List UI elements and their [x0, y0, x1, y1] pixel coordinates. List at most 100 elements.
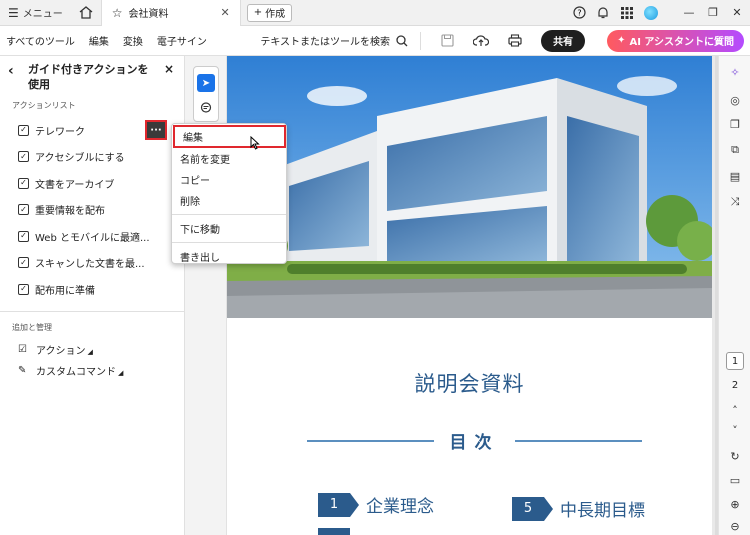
menu-convert[interactable]: 変換 — [123, 33, 143, 48]
action-item-distribute[interactable]: ✓ 重要情報を配布 — [0, 197, 184, 224]
save-icon[interactable] — [433, 34, 461, 47]
menu-item-copy[interactable]: コピー — [172, 169, 286, 190]
search-icon[interactable] — [396, 34, 408, 47]
toc-number-badge: 1 — [318, 492, 359, 517]
action-checklist-icon: ✓ — [18, 151, 29, 163]
page-2-indicator[interactable]: 2 — [726, 376, 744, 394]
new-tab-button[interactable]: + 作成 — [246, 3, 293, 22]
panel-title: ガイド付きアクションを 使用 — [22, 62, 164, 92]
actions-section-heading: アクションリスト — [12, 101, 76, 110]
action-checklist-icon: ✓ — [18, 204, 29, 216]
page-1-indicator[interactable]: 1 — [726, 352, 744, 370]
star-icon[interactable]: ☆ — [112, 6, 123, 20]
close-tab-icon[interactable]: ✕ — [221, 6, 230, 19]
action-label: 配布用に準備 — [35, 285, 95, 297]
compare-icon[interactable]: ⤨ — [727, 194, 743, 210]
menu-separator — [172, 214, 286, 215]
panel-title-line2: 使用 — [28, 78, 50, 91]
close-panel-icon[interactable]: × — [164, 62, 176, 76]
toc-item: 5 中長期目標 — [512, 496, 645, 521]
apps-grid-icon[interactable] — [620, 6, 634, 20]
attachment-icon[interactable]: ▤ — [727, 168, 743, 184]
action-label: アクセシブルにする — [35, 153, 125, 165]
comment-icon[interactable] — [197, 99, 215, 117]
menu-item-rename[interactable]: 名前を変更 — [172, 148, 286, 169]
search-tools-label[interactable]: テキストまたはツールを検索 — [260, 33, 390, 48]
action-checklist-icon: ✓ — [18, 124, 29, 136]
action-item-web-mobile[interactable]: ✓ Web とモバイルに最適... — [0, 223, 184, 250]
svg-text:?: ? — [577, 9, 581, 18]
custom-command-icon: ✎ — [18, 364, 27, 376]
window-controls: ? — ❐ ✕ — [572, 5, 750, 20]
add-action-item[interactable]: ☑ アクション ◢ — [0, 339, 184, 360]
back-arrow-icon[interactable]: ‹ — [8, 63, 22, 79]
document-viewport[interactable]: 説明会資料 目次 1 企業理念 5 中長期目標 — [227, 56, 715, 535]
right-tool-rail: ✧ ◎ ❐ ⧉ ▤ ⤨ 1 2 ˄ ˅ ↻ ▭ ⊕ ⊖ — [718, 56, 750, 535]
tool-group: ➤ — [193, 66, 219, 122]
document-title: 説明会資料 — [414, 372, 525, 396]
ai-assistant-button[interactable]: ✦ AI アシスタントに質問 — [607, 29, 744, 52]
action-item-accessible[interactable]: ✓ アクセシブルにする — [0, 144, 184, 171]
page-fit-icon[interactable]: ▭ — [727, 472, 743, 488]
menu-item-delete[interactable]: 削除 — [172, 190, 286, 211]
action-label: スキャンした文書を最... — [35, 259, 145, 271]
ai-sparkle-icon: ✦ — [617, 35, 626, 46]
custom-command-item[interactable]: ✎ カスタムコマンド ◢ — [0, 360, 184, 381]
manage-label: アクション — [36, 345, 86, 357]
avatar[interactable] — [644, 5, 658, 20]
new-tab-label: 作成 — [265, 9, 286, 20]
minimize-icon[interactable]: — — [682, 6, 696, 20]
menu-button[interactable]: ☰ メニュー — [0, 0, 71, 26]
select-cursor-icon[interactable]: ➤ — [197, 74, 215, 92]
generative-ai-icon[interactable]: ✧ — [727, 64, 743, 80]
refresh-icon[interactable]: ↻ — [727, 448, 743, 464]
panel-title-line1: ガイド付きアクションを — [28, 63, 149, 76]
zoom-in-icon[interactable]: ⊕ — [727, 496, 743, 512]
menu-separator — [172, 242, 286, 243]
toc-rule-right — [515, 440, 642, 442]
share-button[interactable]: 共有 — [541, 29, 586, 52]
action-item-telework[interactable]: ✓ テレワーク ··· — [0, 117, 184, 144]
action-item-archive[interactable]: ✓ 文書をアーカイブ — [0, 170, 184, 197]
comment-panel-icon[interactable]: ◎ — [727, 92, 743, 108]
toolbar-right: テキストまたはツールを検索 共有 — [260, 29, 599, 52]
print-icon[interactable] — [501, 34, 529, 47]
menu-edit[interactable]: 編集 — [89, 33, 109, 48]
guided-actions-panel: ‹ ガイド付きアクションを 使用 × アクションリスト ✓ テレワーク ··· … — [0, 56, 185, 535]
bell-icon[interactable] — [596, 6, 610, 20]
action-label: テレワーク — [35, 126, 85, 138]
home-tab[interactable] — [71, 0, 101, 26]
building-photo — [227, 56, 712, 318]
manage-label: カスタムコマンド — [36, 366, 116, 378]
chevron-down-icon[interactable]: ˅ — [727, 422, 743, 438]
copy-pages-icon[interactable]: ⧉ — [727, 142, 743, 158]
plus-icon: + — [253, 7, 263, 18]
toc-item-text: 中長期目標 — [560, 501, 645, 521]
menu-label: メニュー — [22, 9, 63, 20]
more-options-button[interactable]: ··· — [145, 120, 167, 140]
chevron-up-icon[interactable]: ˄ — [727, 402, 743, 418]
bookmark-icon[interactable]: ❐ — [727, 116, 743, 132]
mouse-cursor-icon — [250, 136, 260, 150]
menu-item-export[interactable]: 書き出し — [172, 246, 286, 267]
hamburger-icon: ☰ — [8, 5, 19, 20]
menu-item-move-down[interactable]: 下に移動 — [172, 218, 286, 239]
zoom-out-icon[interactable]: ⊖ — [727, 518, 743, 534]
menu-all-tools[interactable]: すべてのツール — [6, 33, 75, 48]
upload-cloud-icon[interactable] — [467, 34, 495, 47]
toolbar-menu: すべてのツール 編集 変換 電子サイン — [0, 33, 207, 48]
help-icon[interactable]: ? — [572, 6, 586, 20]
action-item-scanned[interactable]: ✓ スキャンした文書を最... — [0, 250, 184, 277]
restore-icon[interactable]: ❐ — [706, 6, 720, 20]
action-item-prepare[interactable]: ✓ 配布用に準備 — [0, 276, 184, 303]
action-context-menu: 編集 名前を変更 コピー 削除 下に移動 書き出し — [171, 123, 287, 264]
action-checklist-icon: ✓ — [18, 283, 29, 295]
submenu-caret-icon: ◢ — [118, 369, 124, 377]
action-label: Web とモバイルに最適... — [35, 232, 150, 244]
menu-esign[interactable]: 電子サイン — [157, 33, 207, 48]
action-checklist-icon: ✓ — [18, 257, 29, 269]
document-tab[interactable]: ☆ 会社資料 ✕ — [100, 0, 241, 26]
toolbar-divider — [420, 31, 422, 50]
close-window-icon[interactable]: ✕ — [730, 6, 744, 20]
menu-item-edit[interactable]: 編集 — [173, 125, 286, 148]
